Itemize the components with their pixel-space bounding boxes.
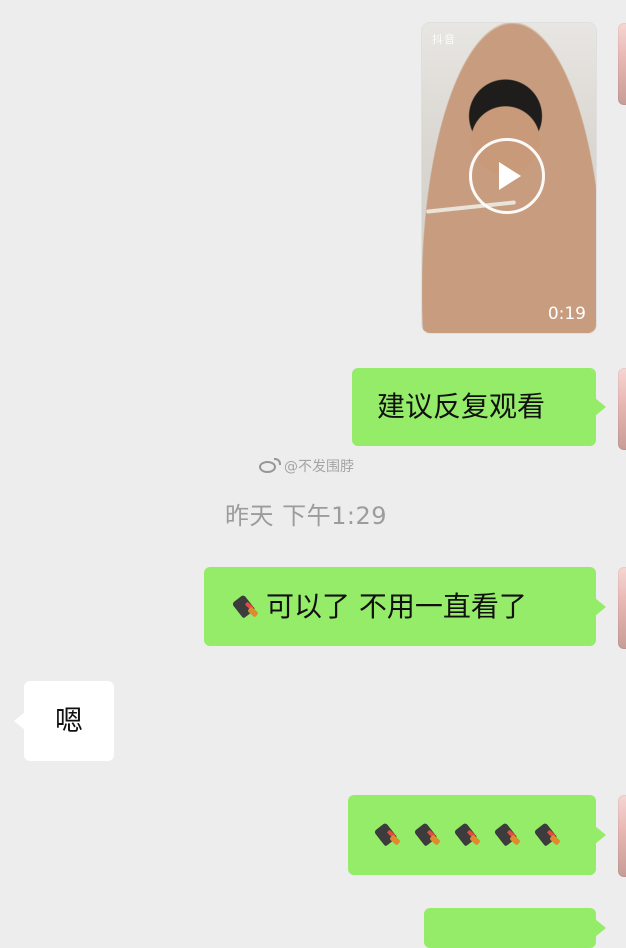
play-button[interactable] [469,138,545,214]
user-avatar[interactable] [618,23,626,105]
video-duration: 0:19 [547,304,586,324]
sweeping-broom-emoji-icon [534,820,564,850]
weibo-icon [258,457,282,475]
watermark: @不发围脖 [258,456,354,476]
sent-message-bubble[interactable]: 可以了 不用一直看了 [204,567,596,646]
video-message[interactable]: 抖音 0:19 [422,23,596,333]
video-source-label: 抖音 [432,33,456,46]
message-timestamp: 昨天 下午1:29 [225,502,388,530]
sweeping-broom-emoji-icon [414,820,444,850]
watermark-text: @不发围脖 [284,459,354,475]
sweeping-broom-emoji-icon [232,592,262,622]
message-text: 可以了 不用一直看了 [266,589,527,623]
user-avatar[interactable] [618,795,626,877]
message-text: 嗯 [54,704,83,737]
sweeping-broom-emoji-icon [494,820,524,850]
sent-emoji-message-bubble[interactable] [348,795,596,875]
user-avatar[interactable] [618,567,626,649]
sweeping-broom-emoji-icon [454,820,484,850]
chat-view: 抖音 0:19 建议反复观看 @不发围脖 昨天 下午1:29 可以了 不用一直看… [0,0,626,948]
message-text: 建议反复观看 [377,390,546,423]
sweeping-broom-emoji-icon [374,820,404,850]
sent-message-bubble[interactable]: 建议反复观看 [352,368,596,446]
sent-message-bubble-partial[interactable] [424,908,596,948]
play-icon [499,162,521,190]
received-message-bubble[interactable]: 嗯 [24,681,114,761]
user-avatar[interactable] [618,368,626,450]
